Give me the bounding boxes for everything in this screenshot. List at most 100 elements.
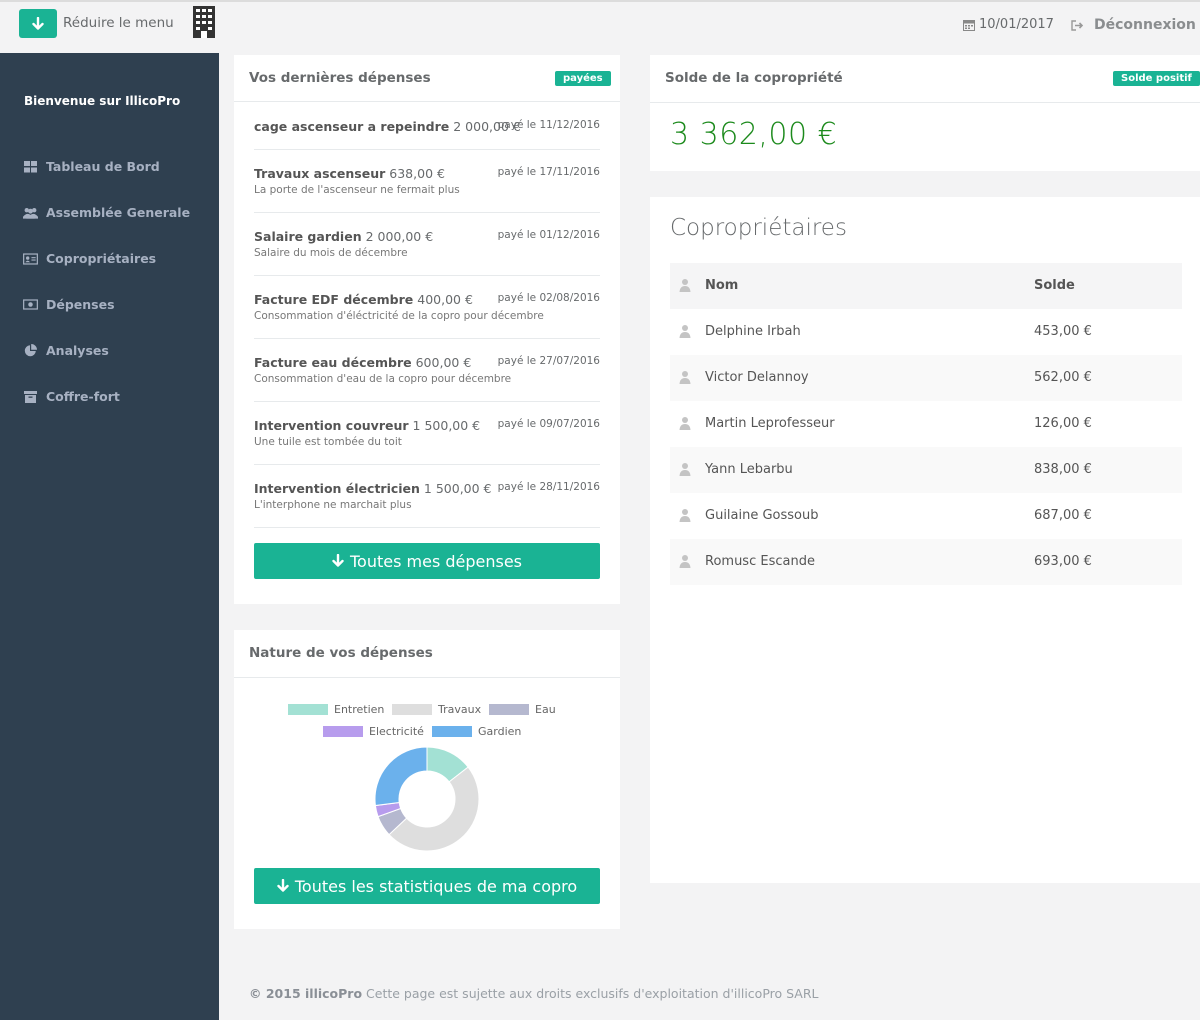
legend-label: Electricité <box>369 725 424 738</box>
positive-balance-badge: Solde positif <box>1113 71 1200 86</box>
owners-title: Copropriétaires <box>670 215 847 241</box>
money-icon <box>23 298 38 311</box>
expense-name: Intervention électricien <box>254 481 420 496</box>
sidebar-item-label: Copropriétaires <box>46 251 157 266</box>
expense-paid-date: payé le 09/07/2016 <box>497 418 600 430</box>
balance-amount: 3 362,00 € <box>670 117 838 152</box>
expense-description: Salaire du mois de décembre <box>254 247 408 259</box>
user-icon <box>679 325 691 338</box>
legend-item[interactable]: Gardien <box>432 725 521 738</box>
expense-name: Salaire gardien <box>254 229 362 244</box>
pie-chart-icon <box>23 344 38 357</box>
table-row: Martin Leprofesseur 126,00 € <box>670 401 1182 447</box>
users-icon <box>23 206 38 219</box>
sidebar-item-analyses[interactable]: Analyses <box>23 343 109 358</box>
sidebar-item-dashboard[interactable]: Tableau de Bord <box>23 159 160 174</box>
legend-label: Travaux <box>438 703 482 716</box>
expense-name: Facture EDF décembre <box>254 292 414 307</box>
sidebar-item-label: Analyses <box>46 343 109 358</box>
legend-swatch <box>323 726 363 737</box>
user-icon <box>679 417 691 430</box>
toggle-menu-button[interactable] <box>19 9 57 38</box>
column-header-balance[interactable]: Solde <box>1034 278 1075 293</box>
footer-text: Cette page est sujette aux droits exclus… <box>362 986 819 1001</box>
expense-amount: 2 000,00 € <box>365 229 434 244</box>
divider <box>650 102 1200 103</box>
expense-title: Facture EDF décembre 400,00 € <box>254 292 473 307</box>
owner-name: Victor Delannoy <box>705 370 809 385</box>
all-expenses-button-label: Toutes mes dépenses <box>349 551 523 571</box>
owner-balance: 453,00 € <box>1034 324 1092 339</box>
sidebar-item-assembly[interactable]: Assemblée Generale <box>23 205 190 220</box>
logout-label[interactable]: Déconnexion <box>1094 17 1196 33</box>
expense-paid-date: payé le 27/07/2016 <box>497 355 600 367</box>
expenses-panel-title: Vos dernières dépenses <box>249 70 431 86</box>
sidebar-item-safe[interactable]: Coffre-fort <box>23 389 120 404</box>
expense-donut-chart[interactable] <box>373 745 481 853</box>
expense-description: Consommation d'eau de la copro pour déce… <box>254 373 512 385</box>
owner-balance: 562,00 € <box>1034 370 1092 385</box>
archive-icon <box>23 390 38 403</box>
owner-name: Yann Lebarbu <box>705 462 793 477</box>
user-icon <box>679 371 691 384</box>
toggle-menu-label[interactable]: Réduire le menu <box>63 15 174 31</box>
expense-nature-panel: Nature de vos dépenses Entretien Travaux… <box>234 630 620 929</box>
divider <box>254 212 600 213</box>
expense-description: L'interphone ne marchait plus <box>254 499 412 511</box>
all-stats-button[interactable]: Toutes les statistiques de ma copro <box>254 868 600 904</box>
legend-item[interactable]: Electricité <box>323 725 424 738</box>
owner-balance: 838,00 € <box>1034 462 1092 477</box>
logout-link[interactable]: Déconnexion <box>1071 17 1196 33</box>
expense-nature-title: Nature de vos dépenses <box>249 645 433 661</box>
column-header-name[interactable]: Nom <box>705 278 738 293</box>
calendar-icon <box>963 19 975 31</box>
expense-title: Salaire gardien 2 000,00 € <box>254 229 433 244</box>
arrow-down-icon <box>277 879 289 892</box>
owner-balance: 126,00 € <box>1034 416 1092 431</box>
user-icon <box>679 509 691 522</box>
owners-table-header: Nom Solde <box>670 263 1182 309</box>
all-expenses-button[interactable]: Toutes mes dépenses <box>254 543 600 579</box>
dashboard-icon <box>23 160 38 173</box>
expense-paid-date: payé le 11/12/2016 <box>497 119 600 131</box>
expense-name: Intervention couvreur <box>254 418 409 433</box>
legend-swatch <box>432 726 472 737</box>
legend-item[interactable]: Travaux <box>392 703 481 716</box>
owner-name: Delphine Irbah <box>705 324 801 339</box>
date-text: 10/01/2017 <box>979 17 1054 32</box>
expense-description: Consommation d'éléctricité de la copro p… <box>254 310 544 322</box>
donut-slice-gardien[interactable] <box>374 746 428 807</box>
legend-item[interactable]: Entretien <box>288 703 384 716</box>
user-icon <box>679 279 691 292</box>
owners-panel: Copropriétaires Nom Solde Delphine Irbah… <box>650 197 1200 883</box>
expense-amount: 1 500,00 € <box>423 481 492 496</box>
id-card-icon <box>23 252 38 265</box>
sidebar-item-label: Dépenses <box>46 297 115 312</box>
user-icon <box>679 463 691 476</box>
table-row: Guilaine Gossoub 687,00 € <box>670 493 1182 539</box>
divider <box>254 401 600 402</box>
expense-title: cage ascenseur a repeindre 2 000,00 € <box>254 119 521 134</box>
expense-name: Travaux ascenseur <box>254 166 386 181</box>
sidebar-item-label: Coffre-fort <box>46 389 120 404</box>
table-row: Romusc Escande 693,00 € <box>670 539 1182 585</box>
expense-amount: 600,00 € <box>415 355 472 370</box>
expense-title: Intervention couvreur 1 500,00 € <box>254 418 480 433</box>
user-icon <box>679 555 691 568</box>
welcome-text: Bienvenue sur IllicoPro <box>24 94 181 108</box>
paid-badge: payées <box>555 71 611 86</box>
table-row: Victor Delannoy 562,00 € <box>670 355 1182 401</box>
divider <box>254 527 600 528</box>
balance-panel: Solde de la copropriété Solde positif 3 … <box>650 55 1200 171</box>
sidebar-item-expenses[interactable]: Dépenses <box>23 297 115 312</box>
sidebar: Bienvenue sur IllicoPro Tableau de Bord … <box>0 53 219 1020</box>
sign-out-icon <box>1071 19 1084 31</box>
legend-label: Entretien <box>334 703 385 716</box>
expense-paid-date: payé le 28/11/2016 <box>497 481 600 493</box>
arrow-down-icon <box>332 554 344 567</box>
sidebar-item-owners[interactable]: Copropriétaires <box>23 251 156 266</box>
divider <box>254 338 600 339</box>
divider <box>254 149 600 150</box>
top-navbar: Réduire le menu 10/01/2017 Déconnexion <box>0 0 1200 52</box>
legend-item[interactable]: Eau <box>489 703 556 716</box>
